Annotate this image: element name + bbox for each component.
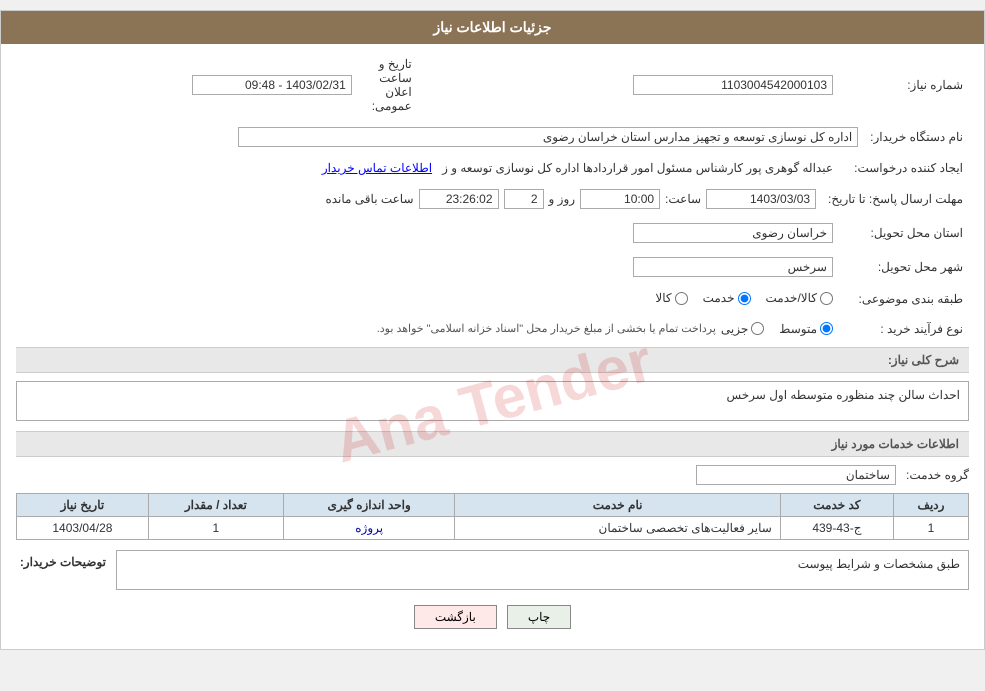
mohlat-rooz-value: 2 bbox=[504, 189, 544, 209]
goroh-row: گروه خدمت: ساختمان bbox=[16, 465, 969, 485]
ijad-value: عبداله گوهری پور کارشناس مسئول امور قرار… bbox=[442, 161, 833, 175]
farayand-radio-jozi[interactable] bbox=[751, 322, 764, 335]
cell-tarikh: 1403/04/28 bbox=[17, 516, 149, 539]
table-row: 1 ج-43-439 سایر فعالیت‌های تخصصی ساختمان… bbox=[17, 516, 969, 539]
mohlat-baqi-value: 23:26:02 bbox=[419, 189, 499, 209]
mohlat-date: 1403/03/03 bbox=[706, 189, 816, 209]
shahr-label: شهر محل تحویل: bbox=[839, 254, 969, 280]
farayand-label: نوع فرآیند خرید : bbox=[839, 319, 969, 339]
tabaqe-radio-group: کالا/خدمت خدمت کالا bbox=[655, 291, 833, 305]
cell-kod: ج-43-439 bbox=[780, 516, 893, 539]
sharh-row: Ana Tender احداث سالن چند منظوره متوسطه … bbox=[16, 381, 969, 421]
tarikh-label: تاریخ و ساعت اعلان عمومی: bbox=[358, 54, 418, 116]
tvsif-box: طبق مشخصات و شرایط پیوست bbox=[116, 550, 969, 590]
sharh-box: Ana Tender احداث سالن چند منظوره متوسطه … bbox=[16, 381, 969, 421]
col-kod: کد خدمت bbox=[780, 493, 893, 516]
farayand-option-jozi[interactable]: جزیی bbox=[721, 322, 764, 336]
tabaqe-option-kala-khedmat[interactable]: کالا/خدمت bbox=[766, 291, 833, 305]
top-info-table: شماره نیاز: 1103004542000103 تاریخ و ساع… bbox=[16, 54, 969, 116]
farayand-note: پرداخت تمام یا بخشی از مبلغ خریدار محل "… bbox=[377, 322, 716, 335]
tabaqe-radio-khedmat[interactable] bbox=[738, 292, 751, 305]
mohlat-saat-label: ساعت: bbox=[665, 192, 701, 206]
tvsif-label: توضیحات خریدار: bbox=[16, 550, 106, 569]
tarikh-value: 1403/02/31 - 09:48 bbox=[192, 75, 352, 95]
goroh-value: ساختمان bbox=[696, 465, 896, 485]
col-vahed: واحد اندازه گیری bbox=[283, 493, 454, 516]
ostan-value: خراسان رضوی bbox=[633, 223, 833, 243]
cell-nam: سایر فعالیت‌های تخصصی ساختمان bbox=[455, 516, 780, 539]
content-area: شماره نیاز: 1103004542000103 تاریخ و ساع… bbox=[1, 44, 984, 649]
services-table: ردیف کد خدمت نام خدمت واحد اندازه گیری ت… bbox=[16, 493, 969, 540]
sharh-value: احداث سالن چند منظوره متوسطه اول سرخس bbox=[726, 388, 960, 402]
tabaqe-label-khedmat: خدمت bbox=[703, 291, 735, 305]
khadamat-section-title: اطلاعات خدمات مورد نیاز bbox=[16, 431, 969, 457]
mohlat-table: مهلت ارسال پاسخ: تا تاریخ: 1403/03/03 سا… bbox=[16, 186, 969, 212]
ijad-link[interactable]: اطلاعات تماس خریدار bbox=[322, 161, 432, 175]
col-radif: ردیف bbox=[893, 493, 968, 516]
page-title: جزئیات اطلاعات نیاز bbox=[433, 19, 551, 35]
col-tarikh: تاریخ نیاز bbox=[17, 493, 149, 516]
back-button[interactable]: بازگشت bbox=[414, 605, 497, 629]
tabaqe-option-khedmat[interactable]: خدمت bbox=[703, 291, 751, 305]
ostan-label: استان محل تحویل: bbox=[839, 220, 969, 246]
tabaqe-label-kala: کالا bbox=[655, 291, 671, 305]
tabaqe-option-kala[interactable]: کالا bbox=[655, 291, 687, 305]
nam-dastgah-value: اداره کل نوسازی توسعه و تجهیز مدارس استا… bbox=[238, 127, 858, 147]
page-wrapper: جزئیات اطلاعات نیاز شماره نیاز: 11030045… bbox=[0, 10, 985, 650]
sharh-section-title: شرح کلی نیاز: bbox=[16, 347, 969, 373]
nam-dastgah-label: نام دستگاه خریدار: bbox=[864, 124, 969, 150]
tabaqe-radio-kala[interactable] bbox=[675, 292, 688, 305]
tabaqe-radio-kala-khedmat[interactable] bbox=[820, 292, 833, 305]
farayand-label-motosat: متوسط bbox=[779, 322, 817, 336]
col-nam: نام خدمت bbox=[455, 493, 780, 516]
tvsif-row: طبق مشخصات و شرایط پیوست توضیحات خریدار: bbox=[16, 550, 969, 590]
cell-tedad: 1 bbox=[148, 516, 283, 539]
tabaqe-table: طبقه بندی موضوعی: کالا/خدمت خدمت bbox=[16, 288, 969, 311]
cell-vahed: پروژه bbox=[283, 516, 454, 539]
mohlat-baqi-label: ساعت باقی مانده bbox=[325, 192, 413, 206]
ijad-label: ایجاد کننده درخواست: bbox=[839, 158, 969, 178]
col-tedad: تعداد / مقدار bbox=[148, 493, 283, 516]
shomara-label: شماره نیاز: bbox=[839, 54, 969, 116]
tvsif-value: طبق مشخصات و شرایط پیوست bbox=[798, 557, 960, 571]
ostan-table: استان محل تحویل: خراسان رضوی bbox=[16, 220, 969, 246]
button-row: چاپ بازگشت bbox=[16, 605, 969, 629]
mohlat-saat-value: 10:00 bbox=[580, 189, 660, 209]
goroh-label: گروه خدمت: bbox=[906, 468, 969, 482]
sharh-title-text: شرح کلی نیاز: bbox=[888, 353, 959, 367]
cell-radif: 1 bbox=[893, 516, 968, 539]
mohlat-rooz-label: روز و bbox=[549, 192, 576, 206]
farayand-radio-motosat[interactable] bbox=[820, 322, 833, 335]
farayand-radio-group: متوسط جزیی bbox=[721, 322, 833, 336]
ijad-table: ایجاد کننده درخواست: عبداله گوهری پور کا… bbox=[16, 158, 969, 178]
farayand-label-jozi: جزیی bbox=[721, 322, 748, 336]
farayand-table: نوع فرآیند خرید : متوسط جزیی bbox=[16, 319, 969, 339]
page-header: جزئیات اطلاعات نیاز bbox=[1, 11, 984, 44]
print-button[interactable]: چاپ bbox=[507, 605, 571, 629]
shahr-table: شهر محل تحویل: سرخس bbox=[16, 254, 969, 280]
farayand-option-motosat[interactable]: متوسط bbox=[779, 322, 833, 336]
mohlat-label: مهلت ارسال پاسخ: تا تاریخ: bbox=[822, 186, 969, 212]
tabaqe-label-kala-khedmat: کالا/خدمت bbox=[766, 291, 817, 305]
shahr-value: سرخس bbox=[633, 257, 833, 277]
tabaqe-label: طبقه بندی موضوعی: bbox=[839, 288, 969, 311]
dastgah-table: نام دستگاه خریدار: اداره کل نوسازی توسعه… bbox=[16, 124, 969, 150]
khadamat-title-text: اطلاعات خدمات مورد نیاز bbox=[832, 437, 959, 451]
shomara-value: 1103004542000103 bbox=[633, 75, 833, 95]
